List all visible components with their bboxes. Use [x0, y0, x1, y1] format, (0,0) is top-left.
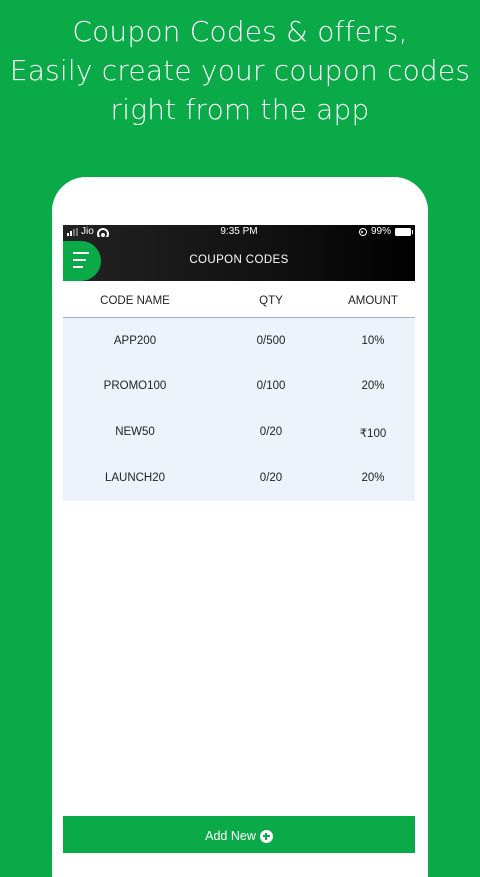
column-header-amount: AMOUNT: [348, 295, 398, 307]
column-header-qty: QTY: [259, 295, 283, 307]
battery-icon: [395, 228, 413, 236]
table-row[interactable]: LAUNCH20 0/20 20%: [63, 455, 415, 501]
plus-circle-icon: [259, 829, 273, 843]
promo-headline: Coupon Codes & offers, Easily create you…: [0, 12, 480, 129]
coupon-amount: ₹100: [359, 428, 387, 440]
coupon-code: APP200: [113, 335, 157, 347]
coupon-code: LAUNCH20: [104, 472, 166, 484]
promo-line-3: right from the app: [110, 93, 370, 126]
add-new-button[interactable]: Add New: [63, 816, 415, 853]
table-row[interactable]: APP200 0/500 10%: [63, 318, 415, 364]
app-top-bar: Jio 9:35 PM 99% COUPON CODES: [63, 225, 415, 281]
coupon-amount: 20%: [361, 380, 385, 392]
coupon-qty: 0/20: [259, 426, 283, 438]
orientation-lock-icon: [358, 228, 367, 236]
coupon-qty: 0/20: [259, 472, 283, 484]
coupon-table-body: APP200 0/500 10% PROMO100 0/100 20% NEW5…: [63, 318, 415, 501]
table-row[interactable]: PROMO100 0/100 20%: [63, 363, 415, 409]
battery-percent: 99%: [370, 226, 391, 237]
coupon-code: PROMO100: [103, 380, 167, 392]
coupon-amount: 10%: [361, 335, 385, 347]
promo-line-2: Easily create your coupon codes: [9, 54, 471, 87]
coupon-qty: 0/100: [256, 380, 286, 392]
column-header-code-name: CODE NAME: [100, 295, 170, 307]
promo-line-1: Coupon Codes & offers,: [72, 15, 408, 48]
coupon-code: NEW50: [115, 426, 155, 438]
status-bar: Jio 9:35 PM 99%: [63, 225, 415, 239]
table-row[interactable]: NEW50 0/20 ₹100: [63, 409, 415, 455]
coupon-qty: 0/500: [256, 335, 286, 347]
app-screen: Jio 9:35 PM 99% COUPON CODES CODE NAME Q…: [63, 225, 415, 853]
coupon-amount: 20%: [361, 472, 385, 484]
table-header: CODE NAME QTY AMOUNT: [63, 281, 415, 318]
add-new-label: Add New: [205, 829, 256, 843]
page-title: COUPON CODES: [189, 254, 289, 266]
